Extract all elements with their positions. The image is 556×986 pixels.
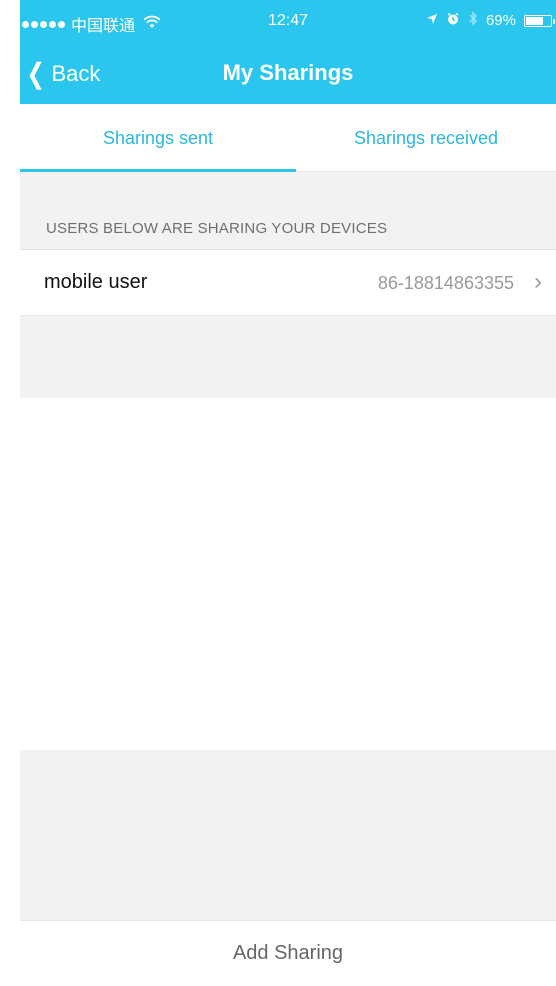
screen-frame: 中国联通 12:47 69% ❮ Back My Sharings Sharin… <box>0 0 556 986</box>
battery-icon <box>524 14 555 27</box>
header: 中国联通 12:47 69% ❮ Back My Sharings <box>20 0 556 104</box>
status-bar: 中国联通 12:47 69% <box>20 0 556 42</box>
empty-content-area <box>20 398 556 750</box>
add-sharing-label: Add Sharing <box>232 942 344 964</box>
chevron-right-icon: › <box>534 268 542 295</box>
battery-percent: 69% <box>485 12 516 29</box>
segment-tabs: Sharings sent Sharings received <box>20 104 556 172</box>
location-arrow-icon <box>426 12 438 29</box>
page-title: My Sharings <box>222 60 354 85</box>
tab-sharings-received[interactable]: Sharings received <box>296 104 556 172</box>
tab-sharings-sent[interactable]: Sharings sent <box>20 104 296 172</box>
add-sharing-button[interactable]: Add Sharing <box>20 920 556 986</box>
nav-bar: ❮ Back My Sharings <box>20 52 556 96</box>
section-header: USERS BELOW ARE SHARING YOUR DEVICES <box>20 172 556 250</box>
app-screen: 中国联通 12:47 69% ❮ Back My Sharings Sharin… <box>20 0 556 986</box>
list-item[interactable]: mobile user 86-18814863355 › <box>20 250 556 316</box>
tab-sharings-received-label: Sharings received <box>353 127 499 148</box>
alarm-icon <box>446 12 460 30</box>
battery-fill <box>526 16 543 25</box>
user-phone: 86-18814863355 <box>377 273 514 293</box>
status-right: 69% <box>426 11 555 30</box>
user-name: mobile user <box>44 271 148 293</box>
bluetooth-icon <box>468 11 478 30</box>
section-header-label: USERS BELOW ARE SHARING YOUR DEVICES <box>46 220 388 237</box>
tab-sharings-sent-label: Sharings sent <box>102 127 214 148</box>
